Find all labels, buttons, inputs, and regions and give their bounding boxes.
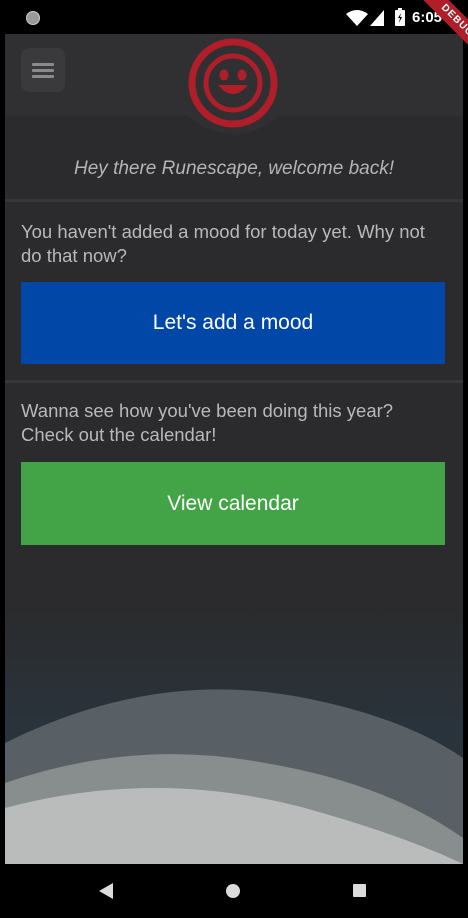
recents-icon[interactable] xyxy=(353,884,366,897)
menu-line xyxy=(32,75,54,78)
app-content: Hey there Runescape, welcome back! You h… xyxy=(5,34,463,864)
home-icon[interactable] xyxy=(226,884,240,898)
add-mood-button[interactable]: Let's add a mood xyxy=(21,282,445,364)
view-calendar-button[interactable]: View calendar xyxy=(21,462,445,545)
menu-button[interactable] xyxy=(21,48,65,92)
phone-screen: 6:05 DEBUG Hey there Runescape, welcome … xyxy=(0,0,468,918)
background-hills xyxy=(5,608,463,864)
system-nav-bar xyxy=(0,864,468,918)
status-bar: 6:05 xyxy=(0,0,468,34)
smiley-face-icon xyxy=(188,38,278,128)
hamburger-menu-icon xyxy=(32,63,54,66)
welcome-message: Hey there Runescape, welcome back! xyxy=(74,158,394,179)
mood-prompt-text: You haven't added a mood for today yet. … xyxy=(21,221,425,266)
calendar-card: Wanna see how you've been doing this yea… xyxy=(5,383,463,608)
menu-line xyxy=(32,69,54,72)
back-icon[interactable] xyxy=(99,883,113,899)
battery-icon xyxy=(395,8,405,26)
cell-signal-icon xyxy=(370,10,384,26)
wifi-icon xyxy=(346,10,368,26)
mood-card: You haven't added a mood for today yet. … xyxy=(5,202,463,382)
calendar-prompt-text: Wanna see how you've been doing this yea… xyxy=(21,400,394,445)
notification-dot-icon xyxy=(26,11,40,25)
